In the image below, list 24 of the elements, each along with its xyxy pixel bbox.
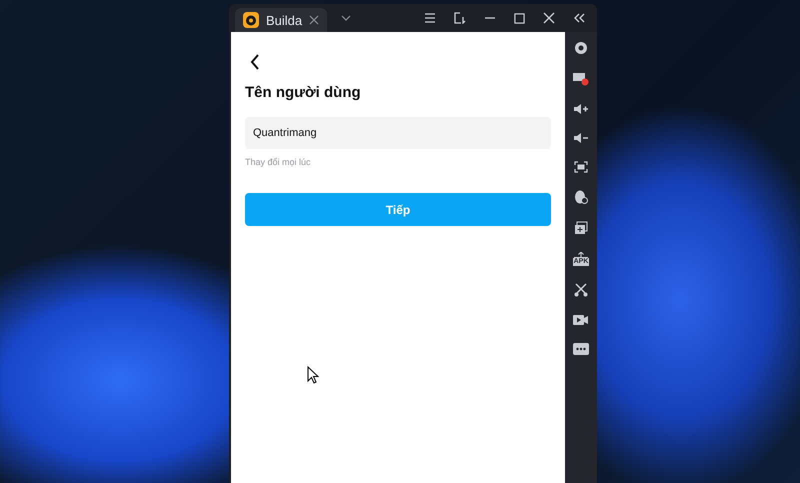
menu-icon[interactable] bbox=[424, 13, 436, 23]
add-window-icon[interactable] bbox=[574, 221, 588, 235]
volume-up-icon[interactable] bbox=[573, 103, 589, 115]
rotate-icon[interactable] bbox=[454, 12, 466, 24]
video-camera-icon[interactable] bbox=[573, 314, 589, 326]
username-field[interactable]: Quantrimang bbox=[245, 117, 551, 149]
gear-icon[interactable] bbox=[574, 41, 588, 55]
close-icon[interactable] bbox=[543, 12, 555, 24]
scissors-icon[interactable] bbox=[574, 283, 588, 297]
more-icon[interactable] bbox=[573, 343, 589, 355]
app-icon bbox=[243, 12, 259, 28]
maximize-icon[interactable] bbox=[514, 12, 525, 24]
volume-down-icon[interactable] bbox=[573, 132, 589, 144]
chevron-down-icon[interactable] bbox=[341, 15, 352, 21]
hint-text: Thay đổi mọi lúc bbox=[245, 157, 312, 167]
fullscreen-icon[interactable] bbox=[574, 161, 588, 173]
collapse-icon[interactable] bbox=[573, 13, 585, 23]
close-icon[interactable] bbox=[309, 15, 320, 25]
page-title: Tên người dùng bbox=[245, 84, 362, 101]
app-tab[interactable]: Builda bbox=[235, 8, 328, 32]
back-icon[interactable] bbox=[250, 54, 260, 70]
minimize-icon[interactable] bbox=[484, 17, 496, 19]
tab-title: Builda bbox=[266, 12, 302, 28]
mouse-cursor-icon bbox=[307, 366, 319, 384]
